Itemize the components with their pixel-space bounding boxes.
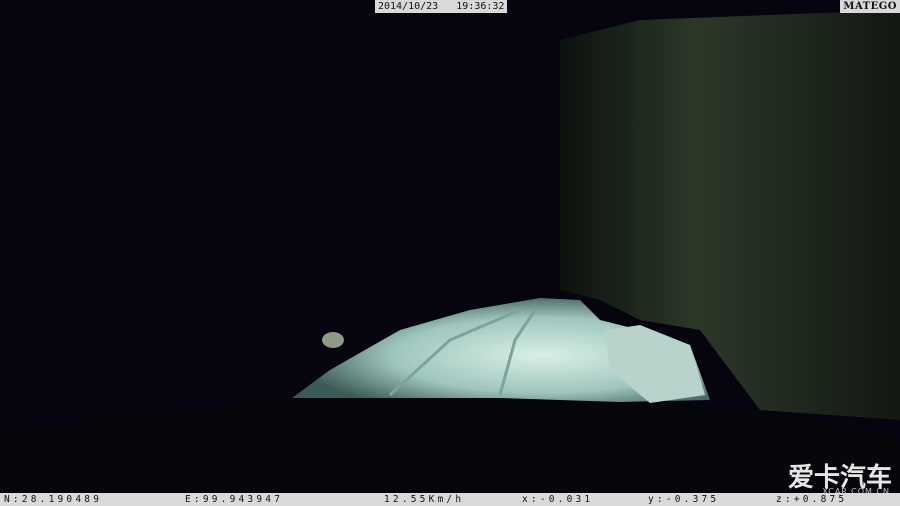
time-text: 19:36:32 — [456, 1, 505, 12]
latitude-readout: N:28.190489 — [4, 494, 103, 505]
accel-x-readout: x:-0.031 — [522, 494, 594, 505]
accel-z-readout: z:+0.875 — [776, 494, 848, 505]
accel-y-readout: y:-0.375 — [648, 494, 720, 505]
date-text: 2014/10/23 — [378, 1, 439, 12]
telemetry-bar: N:28.190489 E:99.943947 12.55Km/h x:-0.0… — [0, 493, 900, 506]
night-road-scene — [0, 0, 900, 506]
longitude-readout: E:99.943947 — [185, 494, 284, 505]
brand-logo: MATEGO — [840, 0, 900, 13]
roadside-rock — [322, 332, 344, 348]
car-hood — [0, 400, 900, 506]
speed-readout: 12.55Km/h — [384, 494, 465, 505]
timestamp-overlay: 2014/10/23 19:36:32 — [375, 0, 508, 13]
